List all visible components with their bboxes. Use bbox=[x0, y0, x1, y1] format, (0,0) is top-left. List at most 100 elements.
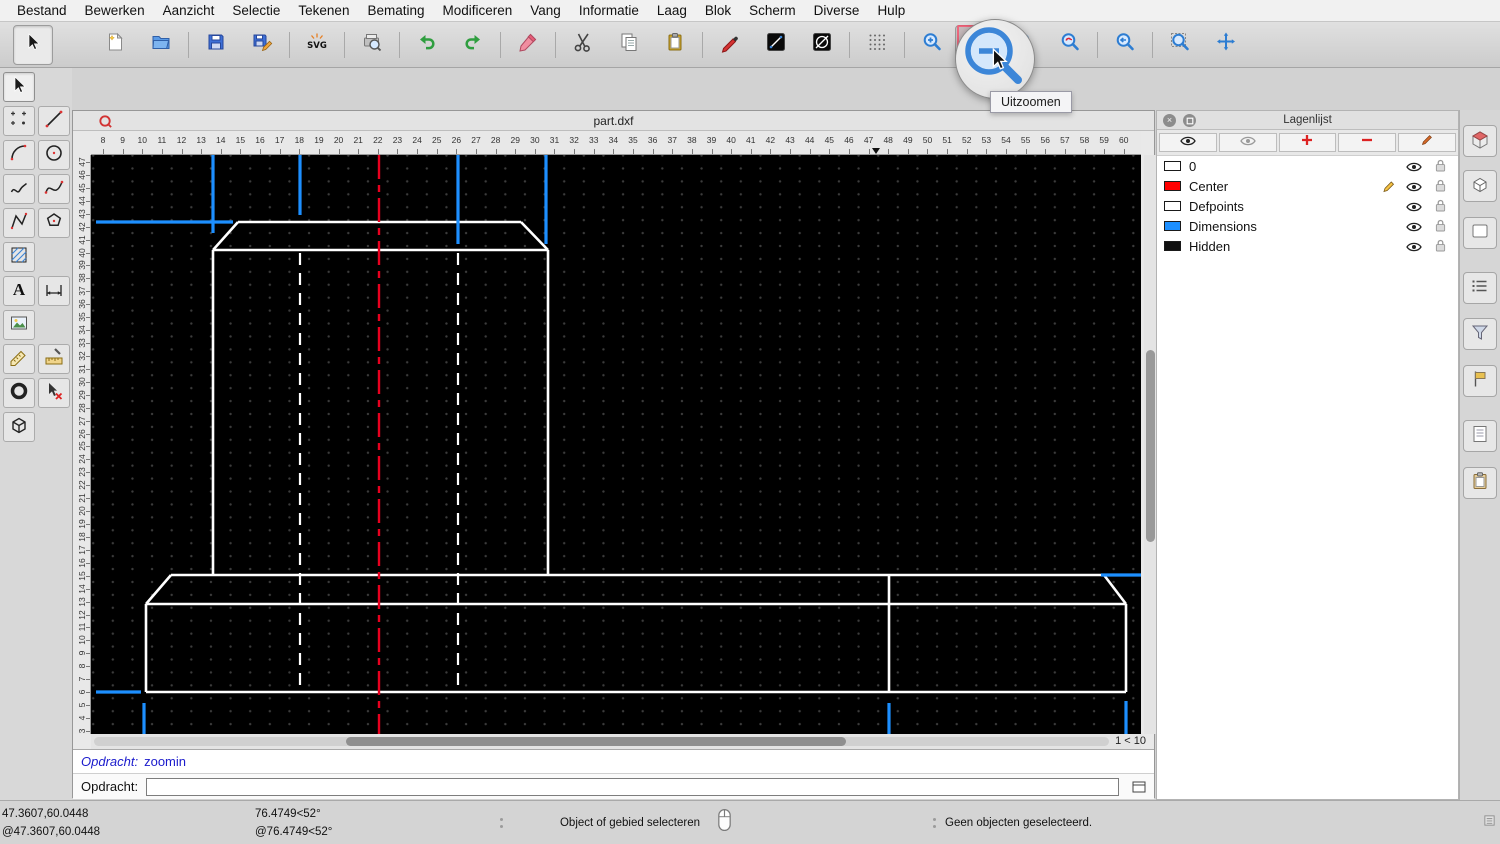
measure-tool[interactable] bbox=[3, 344, 35, 374]
menu-tekenen[interactable]: Tekenen bbox=[289, 3, 358, 18]
layer-visibility-eye-icon[interactable] bbox=[1406, 240, 1422, 258]
zoom-window-button[interactable] bbox=[1157, 25, 1203, 65]
line-attributes-button[interactable] bbox=[753, 25, 799, 65]
spline-tool[interactable] bbox=[38, 174, 70, 204]
menu-aanzicht[interactable]: Aanzicht bbox=[154, 3, 224, 18]
polyline-tool[interactable] bbox=[3, 208, 35, 238]
menu-bemating[interactable]: Bemating bbox=[358, 3, 433, 18]
layer-row-center[interactable]: Center bbox=[1157, 176, 1458, 196]
menu-laag[interactable]: Laag bbox=[648, 3, 696, 18]
polygon-tool[interactable] bbox=[38, 208, 70, 238]
menu-modificeren[interactable]: Modificeren bbox=[434, 3, 522, 18]
close-panel-icon[interactable]: × bbox=[1163, 114, 1176, 127]
box3d-tool[interactable] bbox=[3, 412, 35, 442]
menu-selectie[interactable]: Selectie bbox=[223, 3, 289, 18]
layer-lock-icon[interactable] bbox=[1435, 199, 1446, 217]
layer-panel: × Lagenlijst 0CenterDefpointsDimensionsH… bbox=[1156, 110, 1459, 800]
select-tool[interactable] bbox=[3, 72, 35, 102]
line-attributes-icon bbox=[765, 31, 787, 58]
drawing-line-white_solid[interactable] bbox=[146, 575, 171, 604]
zoom-previous-button[interactable] bbox=[1102, 25, 1148, 65]
circle-tool[interactable] bbox=[38, 140, 70, 170]
zoom-out-button[interactable] bbox=[955, 25, 1001, 65]
menu-hulp[interactable]: Hulp bbox=[868, 3, 914, 18]
hide-all-layers-button[interactable] bbox=[1219, 133, 1277, 152]
view-cube-panel-button[interactable] bbox=[1463, 125, 1497, 157]
horizontal-scrollbar[interactable] bbox=[91, 734, 1141, 749]
delete-button[interactable] bbox=[505, 25, 551, 65]
layer-row-dimensions[interactable]: Dimensions bbox=[1157, 216, 1458, 236]
hatch-tool[interactable] bbox=[3, 242, 35, 272]
layer-lock-icon[interactable] bbox=[1435, 179, 1446, 197]
drawing-canvas[interactable] bbox=[91, 155, 1141, 734]
command-options-button[interactable] bbox=[1129, 778, 1148, 796]
drawing-line-white_solid[interactable] bbox=[1104, 575, 1126, 604]
zoom-in-button[interactable] bbox=[909, 25, 955, 65]
menu-vang[interactable]: Vang bbox=[521, 3, 570, 18]
command-input[interactable] bbox=[146, 778, 1119, 796]
add-layer-button[interactable] bbox=[1279, 133, 1337, 152]
deselect-tool[interactable] bbox=[38, 378, 70, 408]
menu-blok[interactable]: Blok bbox=[696, 3, 740, 18]
h-ruler-label: 28 bbox=[486, 135, 506, 145]
point-tool[interactable] bbox=[3, 106, 35, 136]
svg-export-button[interactable]: SVG bbox=[294, 25, 340, 65]
h-ruler-label: 15 bbox=[230, 135, 250, 145]
arc-tool[interactable] bbox=[3, 140, 35, 170]
zoom-window-icon bbox=[1169, 31, 1191, 58]
edit-layer-button[interactable] bbox=[1398, 133, 1456, 152]
layer-row-hidden[interactable]: Hidden bbox=[1157, 236, 1458, 256]
redo-button[interactable] bbox=[450, 25, 496, 65]
layer-row-0[interactable]: 0 bbox=[1157, 156, 1458, 176]
paste-button[interactable] bbox=[652, 25, 698, 65]
menu-diverse[interactable]: Diverse bbox=[805, 3, 869, 18]
pen-button[interactable] bbox=[707, 25, 753, 65]
menu-scherm[interactable]: Scherm bbox=[740, 3, 805, 18]
ruler-tool[interactable] bbox=[38, 344, 70, 374]
vertical-scrollbar-thumb[interactable] bbox=[1146, 350, 1155, 542]
text-tool[interactable]: A bbox=[3, 276, 35, 306]
card-panel-button[interactable] bbox=[1463, 217, 1497, 249]
list-panel-button[interactable] bbox=[1463, 272, 1497, 304]
filter-panel-button[interactable] bbox=[1463, 318, 1497, 350]
menu-informatie[interactable]: Informatie bbox=[570, 3, 648, 18]
pan-button[interactable] bbox=[1203, 25, 1249, 65]
select-cursor-button[interactable] bbox=[13, 25, 53, 65]
layer-row-defpoints[interactable]: Defpoints bbox=[1157, 196, 1458, 216]
drawing-line-white_solid[interactable] bbox=[213, 222, 238, 250]
vertical-scrollbar[interactable] bbox=[1144, 155, 1156, 734]
layer-lock-icon[interactable] bbox=[1435, 219, 1446, 237]
open-file-button[interactable] bbox=[138, 25, 184, 65]
layer-lock-icon[interactable] bbox=[1435, 239, 1446, 257]
flag-panel-button[interactable] bbox=[1463, 365, 1497, 397]
drawing-line-white_solid[interactable] bbox=[521, 222, 548, 250]
save-button[interactable] bbox=[193, 25, 239, 65]
block-panel-button[interactable] bbox=[1463, 170, 1497, 202]
layer-lock-icon[interactable] bbox=[1435, 159, 1446, 177]
donut-tool[interactable] bbox=[3, 378, 35, 408]
print-preview-button[interactable] bbox=[349, 25, 395, 65]
remove-layer-button[interactable] bbox=[1338, 133, 1396, 152]
view-cube-panel-icon bbox=[1469, 128, 1491, 155]
menu-bewerken[interactable]: Bewerken bbox=[76, 3, 154, 18]
show-all-layers-button[interactable] bbox=[1159, 133, 1217, 152]
zoom-redraw-button[interactable] bbox=[1047, 25, 1093, 65]
cut-button[interactable] bbox=[560, 25, 606, 65]
clipboard-panel-button[interactable] bbox=[1463, 467, 1497, 499]
grid-button[interactable] bbox=[854, 25, 900, 65]
undo-button[interactable] bbox=[404, 25, 450, 65]
detach-panel-icon[interactable] bbox=[1183, 114, 1196, 127]
notes-panel-button[interactable] bbox=[1463, 420, 1497, 452]
freehand-tool[interactable] bbox=[3, 174, 35, 204]
zoom-auto-button[interactable] bbox=[1001, 25, 1047, 65]
save-as-button[interactable] bbox=[239, 25, 285, 65]
horizontal-scrollbar-thumb[interactable] bbox=[346, 737, 846, 746]
fill-attributes-button[interactable] bbox=[799, 25, 845, 65]
image-tool[interactable] bbox=[3, 310, 35, 340]
line-tool[interactable] bbox=[38, 106, 70, 136]
menu-bar: BestandBewerkenAanzichtSelectieTekenenBe… bbox=[0, 0, 1500, 22]
new-file-button[interactable] bbox=[92, 25, 138, 65]
dimension-tool[interactable] bbox=[38, 276, 70, 306]
menu-bestand[interactable]: Bestand bbox=[8, 3, 76, 18]
copy-button[interactable] bbox=[606, 25, 652, 65]
